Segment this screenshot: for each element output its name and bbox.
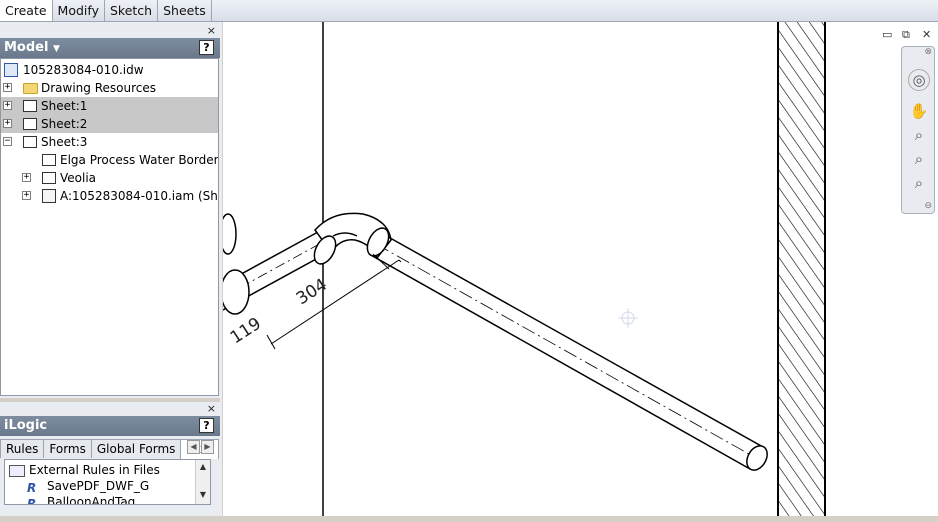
tree-item-label: Elga Process Water Border — [60, 153, 219, 167]
close-icon[interactable]: ⊗ — [924, 47, 932, 57]
ilogic-header: iLogic ? — [0, 416, 220, 436]
dropdown-arrow-icon[interactable]: ▼ — [53, 44, 60, 54]
tree-item-label: Sheet:2 — [41, 117, 88, 131]
close-icon[interactable]: × — [207, 24, 216, 37]
tree-item-drawing-resources[interactable]: + Drawing Resources — [1, 79, 218, 97]
idw-icon — [4, 63, 18, 77]
collapse-icon[interactable]: − — [3, 137, 12, 146]
dimension-label-304[interactable]: 304 — [293, 275, 331, 309]
ilogic-title: iLogic — [4, 418, 48, 433]
help-button[interactable]: ? — [199, 418, 214, 433]
dimension-label-119[interactable]: 119 — [227, 314, 265, 348]
zoom-window-icon[interactable]: ⌕ — [908, 149, 930, 169]
sheet-icon — [23, 100, 37, 112]
ribbon-tab-bar: Create Modify Sketch Sheets — [0, 0, 938, 22]
hatched-wall — [778, 22, 825, 516]
tree-item-border[interactable]: Elga Process Water Border — [1, 151, 218, 169]
steering-wheel-2d-icon[interactable]: ◎ — [908, 69, 930, 91]
browser-panel: × Model ▼ ? 105283084-010.idw + Drawing … — [0, 22, 222, 522]
expand-icon[interactable]: + — [22, 173, 31, 182]
status-strip — [0, 516, 938, 522]
list-item[interactable]: R BalloonAndTag — [27, 494, 136, 505]
scroll-down-icon[interactable]: ▼ — [196, 488, 210, 502]
tree-item-label: Sheet:3 — [41, 135, 88, 149]
rule-icon: R — [27, 496, 37, 505]
rules-folder-icon — [9, 464, 25, 477]
expand-icon[interactable]: + — [3, 119, 12, 128]
tree-item-label: 105283084-010.idw — [23, 63, 144, 77]
scroll-right-icon[interactable]: ▶ — [201, 440, 214, 454]
zoom-all-icon[interactable]: ⌕ — [908, 173, 930, 193]
rule-icon: R — [27, 480, 37, 495]
scroll-up-icon[interactable]: ▲ — [196, 460, 210, 474]
list-scrollbar[interactable]: ▲ ▼ — [195, 460, 210, 504]
pipe-right — [368, 233, 768, 471]
sheet-icon — [23, 136, 37, 148]
expand-icon[interactable]: + — [3, 101, 12, 110]
drawing-view: 304 119 — [223, 22, 826, 516]
folder-icon — [23, 83, 38, 94]
browser-title[interactable]: Model — [4, 40, 48, 55]
tab-global-forms[interactable]: Global Forms — [90, 439, 182, 458]
dimension-lines — [266, 253, 402, 350]
customize-icon[interactable]: ⊖ — [924, 201, 932, 211]
close-icon[interactable]: × — [207, 402, 216, 415]
tree-item-sheet3[interactable]: − Sheet:3 — [1, 133, 218, 151]
target-marker — [618, 308, 638, 328]
title-block-icon — [42, 172, 56, 184]
external-rules-list: External Rules in Files R SavePDF_DWF_G R… — [4, 459, 211, 505]
tab-sheets[interactable]: Sheets — [158, 0, 212, 21]
tree-item-idw[interactable]: 105283084-010.idw — [1, 61, 218, 79]
zoom-icon[interactable]: ⌕ — [908, 125, 930, 145]
tab-sketch[interactable]: Sketch — [105, 0, 159, 21]
tree-item-label: Sheet:1 — [41, 99, 88, 113]
model-tree: 105283084-010.idw + Drawing Resources + … — [0, 58, 219, 396]
tree-item-veolia[interactable]: + Veolia — [1, 169, 218, 187]
tree-item-label: A:105283084-010.iam (Sheet:2) — [60, 189, 218, 203]
tab-create[interactable]: Create — [0, 0, 53, 21]
browser-header: Model ▼ ? — [0, 38, 220, 58]
list-item[interactable]: R SavePDF_DWF_G — [27, 478, 150, 495]
tree-item-view[interactable]: + A:105283084-010.iam (Sheet:2) — [1, 187, 218, 205]
navigation-bar: ⊗ ◎ ✋ ⌕ ⌕ ⌕ ⊖ — [901, 46, 935, 214]
minimize-icon[interactable]: ▭ — [882, 28, 892, 41]
pipe-fitting-left — [223, 213, 250, 315]
drawing-canvas[interactable]: 304 119 ▭ ⧉ ✕ ⊗ ◎ ✋ ⌕ ⌕ ⌕ ⊖ — [223, 22, 938, 516]
tab-modify[interactable]: Modify — [53, 0, 105, 21]
close-window-icon[interactable]: ✕ — [922, 28, 931, 41]
restore-icon[interactable]: ⧉ — [902, 28, 910, 42]
sheet-icon — [23, 118, 37, 130]
expand-icon[interactable]: + — [3, 83, 12, 92]
expand-icon[interactable]: + — [22, 191, 31, 200]
panel-splitter[interactable] — [0, 398, 220, 402]
tab-forms[interactable]: Forms — [43, 439, 92, 458]
help-button[interactable]: ? — [199, 40, 214, 55]
tree-item-sheet2[interactable]: + Sheet:2 — [1, 115, 218, 133]
list-item-label: BalloonAndTag — [47, 495, 136, 505]
list-item-label: SavePDF_DWF_G — [47, 479, 150, 493]
tree-item-sheet1[interactable]: + Sheet:1 — [1, 97, 218, 115]
scroll-left-icon[interactable]: ◀ — [187, 440, 200, 454]
list-item[interactable]: External Rules in Files — [9, 462, 160, 478]
border-icon — [42, 154, 56, 166]
tree-item-label: Veolia — [60, 171, 97, 185]
list-item-label: External Rules in Files — [29, 463, 160, 477]
view-icon — [42, 189, 56, 203]
tree-item-label: Drawing Resources — [41, 81, 156, 95]
pan-hand-icon[interactable]: ✋ — [908, 101, 930, 121]
tab-rules[interactable]: Rules — [0, 439, 45, 458]
